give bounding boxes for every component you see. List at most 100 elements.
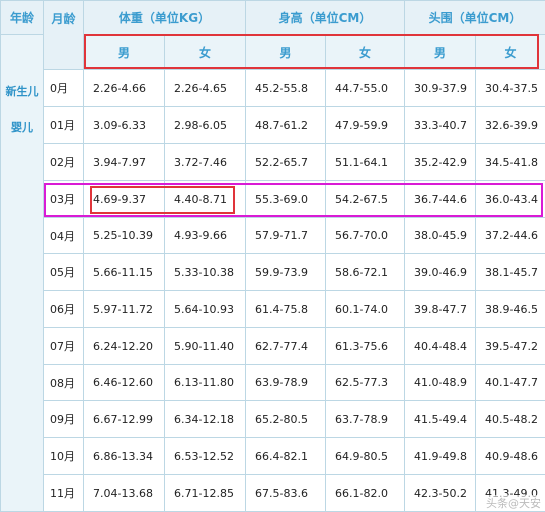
gender-height-male: 男 <box>246 35 326 70</box>
cell-height-male: 48.7-61.2 <box>246 107 326 144</box>
month-cell: 03月 <box>44 181 84 218</box>
cell-head-male: 30.9-37.9 <box>405 70 476 107</box>
month-cell: 10月 <box>44 438 84 475</box>
cell-weight-female: 4.93-9.66 <box>165 218 246 254</box>
header-month: 月龄 <box>44 1 84 70</box>
cell-height-male: 65.2-80.5 <box>246 401 326 438</box>
cell-height-female: 60.1-74.0 <box>326 291 405 328</box>
cell-weight-female: 6.13-11.80 <box>165 365 246 401</box>
cell-head-male: 42.3-50.2 <box>405 475 476 512</box>
age-group-newborn: 新生儿 <box>5 85 39 98</box>
cell-height-male: 67.5-83.6 <box>246 475 326 512</box>
header-height: 身高（单位CM） <box>246 1 405 35</box>
gender-weight-male: 男 <box>84 35 165 70</box>
age-group-column: 新生儿 婴儿 <box>1 35 44 512</box>
cell-weight-male: 2.26-4.66 <box>84 70 165 107</box>
cell-head-male: 41.0-48.9 <box>405 365 476 401</box>
cell-head-female: 30.4-37.5 <box>476 70 545 107</box>
cell-height-female: 63.7-78.9 <box>326 401 405 438</box>
cell-head-male: 38.0-45.9 <box>405 218 476 254</box>
month-cell: 0月 <box>44 70 84 107</box>
cell-head-male: 35.2-42.9 <box>405 144 476 181</box>
cell-weight-female: 6.53-12.52 <box>165 438 246 475</box>
cell-weight-female: 5.90-11.40 <box>165 328 246 365</box>
growth-standard-table: 年龄 月龄 体重（单位KG） 身高（单位CM） 头围（单位CM） 新生儿 婴儿 … <box>0 0 545 512</box>
cell-head-female: 36.0-43.4 <box>476 181 545 218</box>
cell-head-female: 40.1-47.7 <box>476 365 545 401</box>
cell-head-male: 41.9-49.8 <box>405 438 476 475</box>
cell-weight-female: 3.72-7.46 <box>165 144 246 181</box>
cell-height-female: 61.3-75.6 <box>326 328 405 365</box>
month-cell: 04月 <box>44 218 84 254</box>
cell-weight-male: 6.24-12.20 <box>84 328 165 365</box>
cell-height-male: 62.7-77.4 <box>246 328 326 365</box>
month-cell: 01月 <box>44 107 84 144</box>
month-cell: 06月 <box>44 291 84 328</box>
cell-head-female: 40.9-48.6 <box>476 438 545 475</box>
cell-height-female: 58.6-72.1 <box>326 254 405 291</box>
cell-height-male: 63.9-78.9 <box>246 365 326 401</box>
cell-head-male: 33.3-40.7 <box>405 107 476 144</box>
month-cell: 07月 <box>44 328 84 365</box>
cell-head-male: 39.8-47.7 <box>405 291 476 328</box>
month-cell: 05月 <box>44 254 84 291</box>
cell-height-female: 56.7-70.0 <box>326 218 405 254</box>
cell-height-male: 59.9-73.9 <box>246 254 326 291</box>
cell-head-female: 39.5-47.2 <box>476 328 545 365</box>
cell-weight-male: 5.97-11.72 <box>84 291 165 328</box>
cell-weight-male: 6.86-13.34 <box>84 438 165 475</box>
cell-height-female: 66.1-82.0 <box>326 475 405 512</box>
cell-head-male: 36.7-44.6 <box>405 181 476 218</box>
cell-weight-male: 3.09-6.33 <box>84 107 165 144</box>
cell-weight-male: 4.69-9.37 <box>84 181 165 218</box>
cell-weight-male: 7.04-13.68 <box>84 475 165 512</box>
cell-height-male: 66.4-82.1 <box>246 438 326 475</box>
cell-height-female: 54.2-67.5 <box>326 181 405 218</box>
cell-height-male: 55.3-69.0 <box>246 181 326 218</box>
cell-height-female: 62.5-77.3 <box>326 365 405 401</box>
age-group-infant: 婴儿 <box>11 121 33 134</box>
gender-head-female: 女 <box>476 35 545 70</box>
cell-head-male: 39.0-46.9 <box>405 254 476 291</box>
cell-weight-female: 2.98-6.05 <box>165 107 246 144</box>
cell-height-male: 57.9-71.7 <box>246 218 326 254</box>
cell-height-female: 47.9-59.9 <box>326 107 405 144</box>
cell-head-female: 32.6-39.9 <box>476 107 545 144</box>
month-cell: 09月 <box>44 401 84 438</box>
header-head-circumference: 头围（单位CM） <box>405 1 545 35</box>
header-weight: 体重（单位KG） <box>84 1 246 35</box>
cell-head-male: 40.4-48.4 <box>405 328 476 365</box>
gender-height-female: 女 <box>326 35 405 70</box>
gender-weight-female: 女 <box>165 35 246 70</box>
cell-height-male: 61.4-75.8 <box>246 291 326 328</box>
cell-head-female: 34.5-41.8 <box>476 144 545 181</box>
cell-head-female: 38.9-46.5 <box>476 291 545 328</box>
month-cell: 11月 <box>44 475 84 512</box>
cell-head-female: 38.1-45.7 <box>476 254 545 291</box>
cell-head-female: 40.5-48.2 <box>476 401 545 438</box>
table-grid: 年龄 月龄 体重（单位KG） 身高（单位CM） 头围（单位CM） 新生儿 婴儿 … <box>0 0 545 512</box>
cell-weight-male: 3.94-7.97 <box>84 144 165 181</box>
cell-weight-female: 6.71-12.85 <box>165 475 246 512</box>
cell-height-male: 45.2-55.8 <box>246 70 326 107</box>
month-cell: 08月 <box>44 365 84 401</box>
cell-head-female: 37.2-44.6 <box>476 218 545 254</box>
month-cell: 02月 <box>44 144 84 181</box>
cell-weight-male: 6.67-12.99 <box>84 401 165 438</box>
cell-weight-female: 5.33-10.38 <box>165 254 246 291</box>
cell-height-female: 51.1-64.1 <box>326 144 405 181</box>
gender-head-male: 男 <box>405 35 476 70</box>
cell-weight-male: 5.25-10.39 <box>84 218 165 254</box>
cell-head-male: 41.5-49.4 <box>405 401 476 438</box>
cell-weight-female: 2.26-4.65 <box>165 70 246 107</box>
cell-weight-female: 6.34-12.18 <box>165 401 246 438</box>
cell-weight-female: 4.40-8.71 <box>165 181 246 218</box>
header-age: 年龄 <box>1 1 44 35</box>
watermark: 头条@天安 <box>484 495 543 511</box>
cell-height-female: 64.9-80.5 <box>326 438 405 475</box>
cell-weight-male: 5.66-11.15 <box>84 254 165 291</box>
cell-height-female: 44.7-55.0 <box>326 70 405 107</box>
cell-weight-female: 5.64-10.93 <box>165 291 246 328</box>
cell-height-male: 52.2-65.7 <box>246 144 326 181</box>
cell-weight-male: 6.46-12.60 <box>84 365 165 401</box>
